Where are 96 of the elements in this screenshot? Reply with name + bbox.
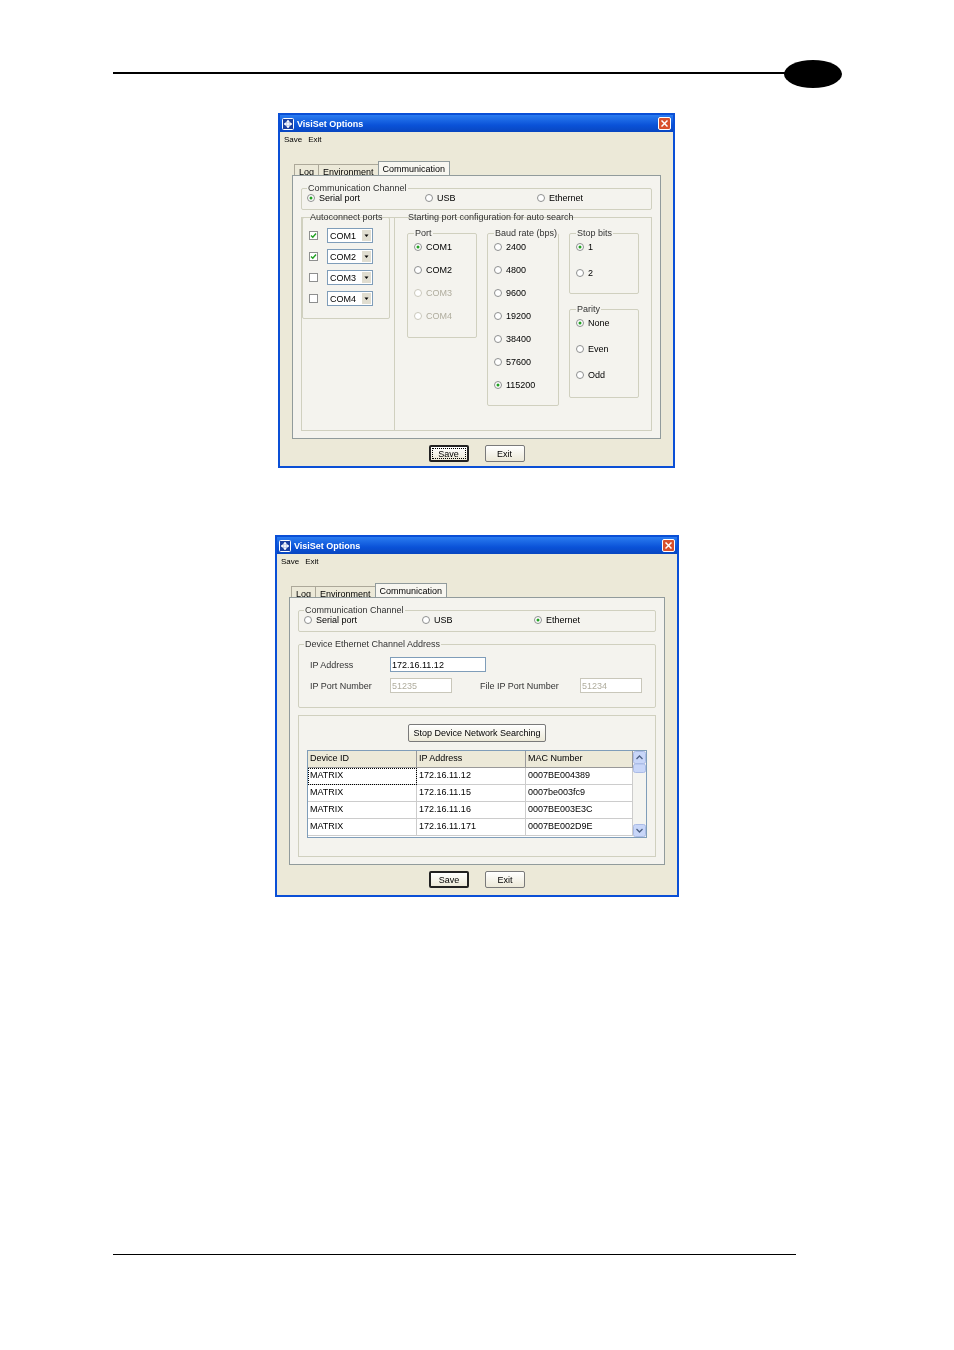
radio-button[interactable] [534, 616, 542, 624]
combo-box[interactable]: COM3 [327, 270, 373, 285]
table-cell: MATRIX [308, 802, 417, 819]
menu-item[interactable]: Save [281, 556, 300, 566]
tab[interactable]: Communication [377, 161, 451, 175]
dialog-button[interactable]: Save [428, 445, 469, 462]
radio-label: Serial port [319, 193, 361, 203]
scroll-up-icon[interactable] [633, 751, 646, 773]
group-title: Starting port configuration for auto search [407, 212, 575, 222]
menu-item[interactable]: Save [284, 134, 303, 144]
radio-button[interactable] [494, 289, 502, 297]
column-header[interactable]: IP Address [417, 751, 526, 768]
radio-button[interactable] [494, 243, 502, 251]
radio-button[interactable] [576, 319, 584, 327]
radio-button[interactable] [307, 194, 315, 202]
combo-box[interactable]: COM4 [327, 291, 373, 306]
radio-button[interactable] [494, 381, 502, 389]
radio-label: Even [588, 344, 609, 354]
checkbox[interactable] [309, 294, 318, 303]
table-cell: 172.16.11.12 [417, 768, 526, 785]
scroll-down-icon[interactable] [633, 824, 646, 837]
close-icon [661, 120, 668, 127]
menu-item[interactable]: Exit [305, 556, 319, 566]
input-field[interactable]: 172.16.11.12 [390, 657, 486, 672]
dialog-button[interactable]: Exit [485, 871, 525, 888]
group-title: Communication Channel [304, 605, 405, 615]
checkbox[interactable] [309, 273, 318, 282]
dialog-button[interactable]: Save [429, 871, 469, 888]
group-title: Autoconnect ports [309, 212, 384, 222]
field-label: File IP Port Number [480, 680, 560, 691]
app-icon [279, 539, 291, 552]
combo-box[interactable]: COM2 [327, 249, 373, 264]
checkbox[interactable] [309, 231, 318, 240]
group-title: Device Ethernet Channel Address [304, 639, 442, 649]
radio-label: 115200 [506, 380, 536, 390]
window-title: VisiSet Options [297, 118, 365, 129]
table-cell: MATRIX [308, 819, 417, 836]
group-title: Baud rate (bps) [494, 228, 559, 238]
stop-search-button[interactable]: Stop Device Network Searching [408, 724, 546, 742]
group-title: Parity [576, 304, 601, 314]
window-title: VisiSet Options [294, 540, 362, 551]
radio-button[interactable] [576, 371, 584, 379]
tab[interactable]: Communication [374, 583, 448, 597]
column-header[interactable]: MAC Number [526, 751, 633, 768]
radio-label: COM1 [426, 242, 452, 252]
radio-button[interactable] [576, 269, 584, 277]
app-icon [282, 117, 294, 130]
menu-item[interactable]: Exit [308, 134, 322, 144]
radio-button[interactable] [494, 266, 502, 274]
radio-label: Ethernet [549, 193, 584, 203]
radio-button[interactable] [494, 358, 502, 366]
radio-label: Odd [588, 370, 605, 380]
radio-label: COM2 [426, 265, 452, 275]
table-cell: MATRIX [308, 768, 417, 785]
radio-label: USB [437, 193, 456, 203]
radio-label: 19200 [506, 311, 532, 321]
radio-label: 4800 [506, 265, 527, 275]
radio-label: Serial port [316, 615, 358, 625]
scrollbar[interactable] [633, 751, 646, 837]
radio-button[interactable] [425, 194, 433, 202]
radio-button[interactable] [494, 312, 502, 320]
checkbox[interactable] [309, 252, 318, 261]
radio-button[interactable] [414, 243, 422, 251]
radio-label: USB [434, 615, 453, 625]
field-label: IP Port Number [310, 680, 373, 691]
dialog-button[interactable]: Exit [484, 445, 525, 462]
radio-label: COM4 [426, 311, 452, 321]
table-cell: 172.16.11.15 [417, 785, 526, 802]
field-label: IP Address [310, 659, 355, 670]
radio-label: 1 [588, 242, 593, 252]
radio-button[interactable] [537, 194, 545, 202]
table-cell: MATRIX [308, 785, 417, 802]
radio-label: 2 [588, 268, 593, 278]
radio-button[interactable] [576, 345, 584, 353]
group-title: Stop bits [576, 228, 614, 238]
radio-button[interactable] [494, 335, 502, 343]
column-header[interactable]: Device ID [308, 751, 417, 768]
radio-label: 38400 [506, 334, 532, 344]
radio-label: 57600 [506, 357, 532, 367]
radio-label: 2400 [506, 242, 527, 252]
group-title: Communication Channel [307, 183, 408, 193]
radio-button[interactable] [576, 243, 584, 251]
table-cell: 172.16.11.171 [417, 819, 526, 836]
close-button[interactable] [662, 539, 675, 552]
radio-button[interactable] [414, 266, 422, 274]
radio-label: 9600 [506, 288, 527, 298]
close-button[interactable] [658, 117, 671, 130]
combo-box[interactable]: COM1 [327, 228, 373, 243]
radio-label: COM3 [426, 288, 452, 298]
table-cell: 172.16.11.16 [417, 802, 526, 819]
group-title: Port [414, 228, 433, 238]
close-icon [665, 542, 672, 549]
radio-label: Ethernet [546, 615, 581, 625]
radio-button[interactable] [422, 616, 430, 624]
radio-button[interactable] [304, 616, 312, 624]
radio-label: None [588, 318, 610, 328]
